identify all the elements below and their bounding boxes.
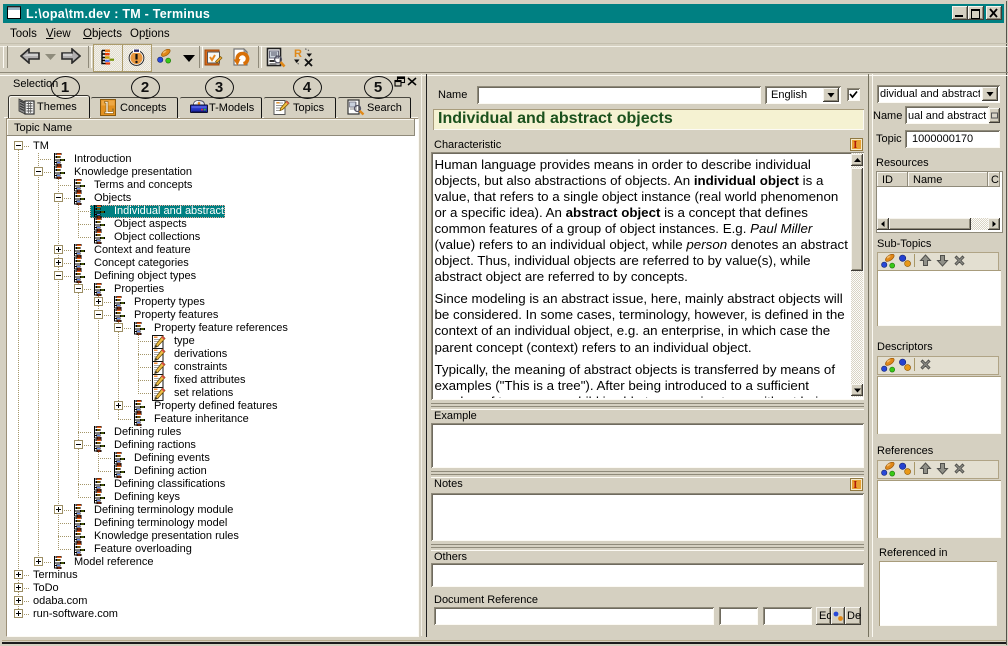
- svg-text:I: I: [853, 140, 857, 151]
- svg-text:I: I: [853, 480, 857, 491]
- svg-text:R: R: [294, 48, 302, 60]
